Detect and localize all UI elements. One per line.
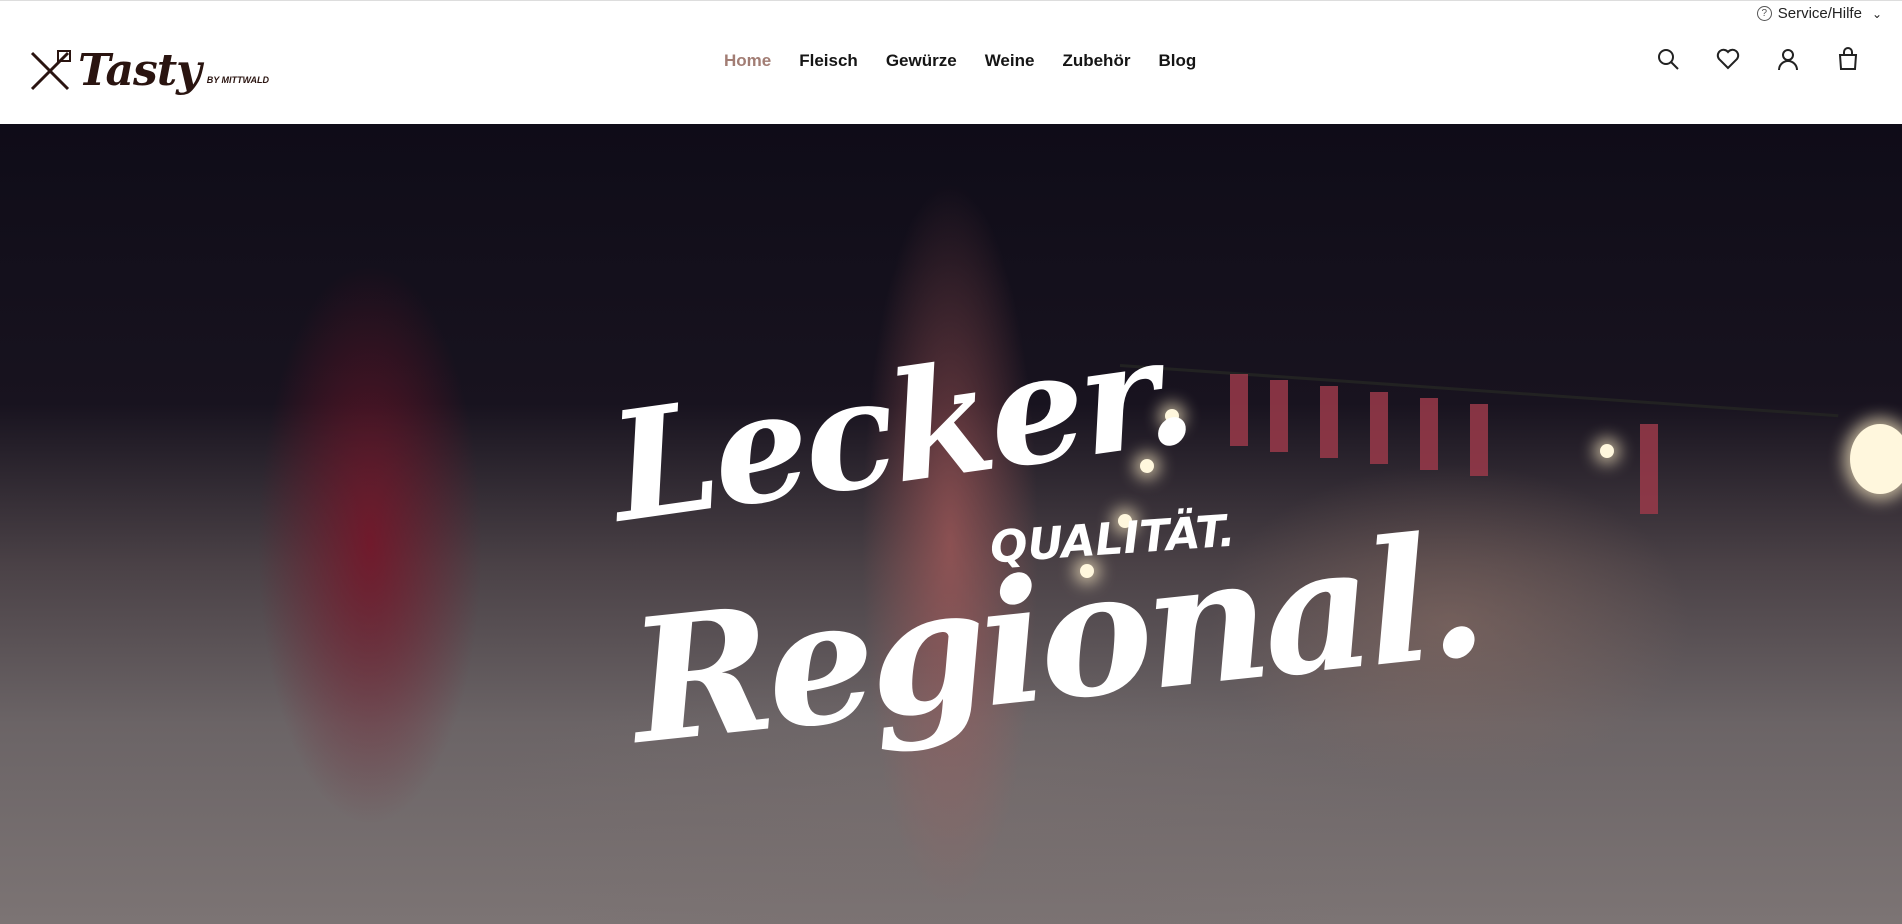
nav-fleisch[interactable]: Fleisch: [799, 51, 858, 71]
nav-zubehoer[interactable]: Zubehör: [1062, 51, 1130, 71]
site-header: ? Service/Hilfe ⌄ Tasty BY MITTWALD Home…: [0, 0, 1902, 124]
search-icon[interactable]: [1656, 47, 1680, 71]
string-light: [1600, 444, 1614, 458]
logo-subtitle: BY MITTWALD: [206, 75, 270, 85]
hero-headline: Lecker. QUALITÄT. Regional.: [601, 301, 1488, 924]
site-logo[interactable]: Tasty BY MITTWALD: [28, 37, 269, 93]
bunting-flag: [1640, 424, 1658, 514]
service-label: Service/Hilfe: [1777, 5, 1862, 22]
nav-weine[interactable]: Weine: [985, 51, 1035, 71]
grill-tools-icon: [30, 50, 71, 91]
nav-blog[interactable]: Blog: [1158, 51, 1196, 71]
logo-wordmark: Tasty: [78, 45, 202, 96]
help-icon: ?: [1756, 6, 1772, 21]
cart-icon[interactable]: [1836, 47, 1860, 71]
bunting-flag: [1420, 398, 1438, 470]
header-actions: [1656, 47, 1860, 71]
main-nav: Home Fleisch Gewürze Weine Zubehör Blog: [724, 51, 1196, 71]
hero-line-regional: Regional.: [621, 495, 1488, 783]
bunting-flag: [1470, 404, 1488, 476]
hero-banner: Lecker. QUALITÄT. Regional.: [0, 124, 1902, 924]
chevron-down-icon: ⌄: [1871, 6, 1882, 21]
service-menu[interactable]: ? Service/Hilfe ⌄: [1756, 5, 1882, 22]
hero-line-lecker: Lecker.: [600, 301, 1201, 557]
string-light: [1850, 424, 1902, 494]
bunting-flag: [1370, 392, 1388, 464]
nav-gewuerze[interactable]: Gewürze: [886, 51, 957, 71]
account-icon[interactable]: [1776, 47, 1800, 71]
nav-home[interactable]: Home: [724, 51, 771, 71]
heart-icon[interactable]: [1716, 47, 1740, 71]
